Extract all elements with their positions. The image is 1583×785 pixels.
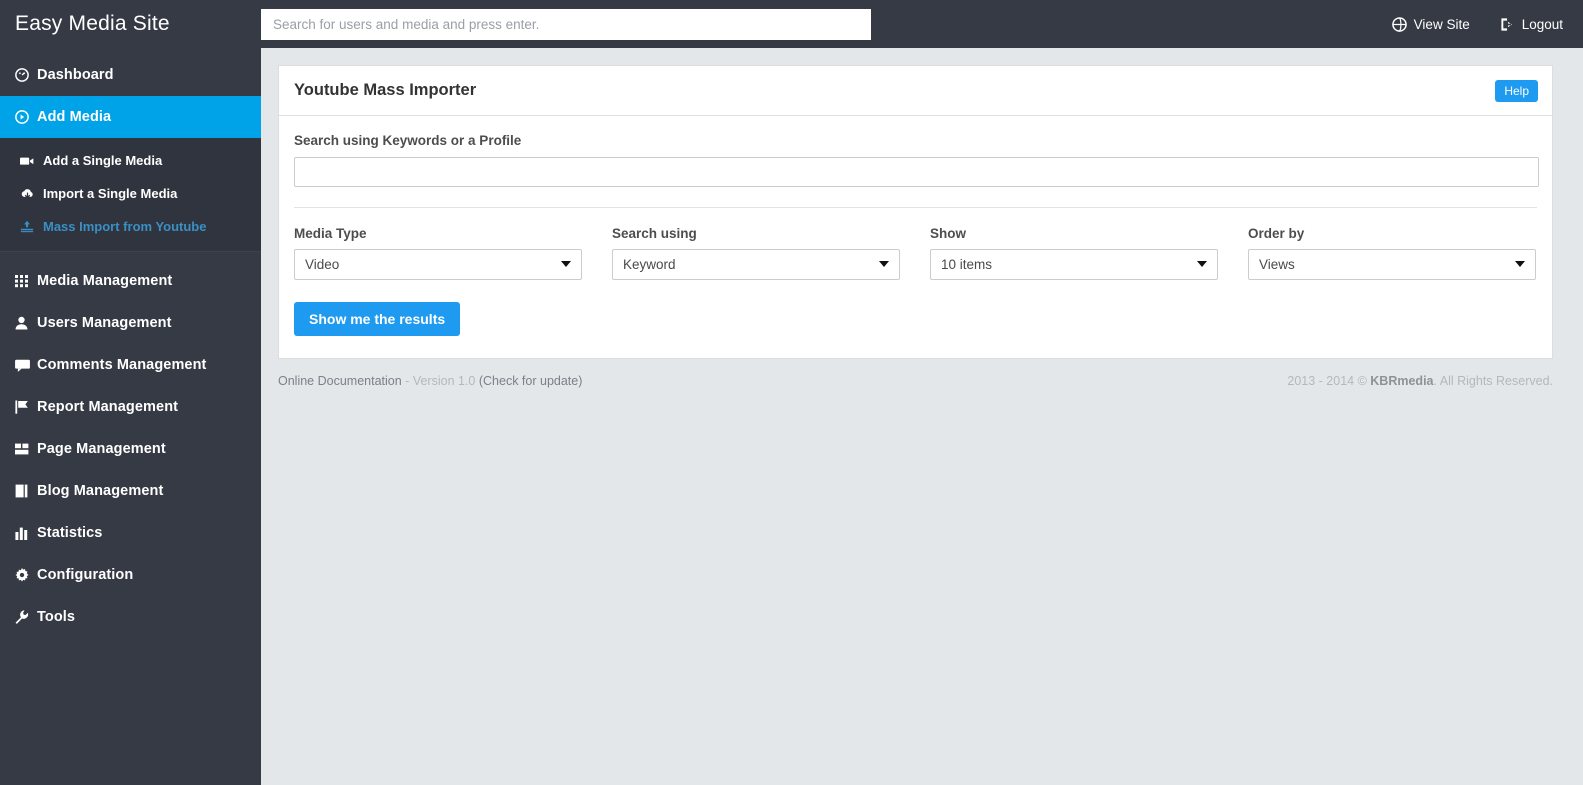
- wrench-icon: [15, 610, 37, 624]
- top-bar: Easy Media Site View Site Logout: [0, 0, 1583, 48]
- filters-row: Media Type Video Search using Keyword Sh…: [294, 226, 1537, 280]
- blocks-icon: [15, 443, 37, 455]
- upload-icon: [20, 220, 43, 233]
- book-icon: [15, 484, 37, 498]
- sidebar: Dashboard Add Media Add a Single Media I…: [0, 48, 261, 785]
- sidebar-item-configuration[interactable]: Configuration: [0, 554, 261, 596]
- section-divider: [294, 207, 1537, 208]
- sidebar-subitem-label: Add a Single Media: [43, 153, 163, 168]
- importer-panel: Youtube Mass Importer Help Search using …: [278, 65, 1553, 359]
- sidebar-item-label: Tools: [37, 609, 76, 625]
- sidebar-item-label: Comments Management: [37, 357, 207, 373]
- copyright-suffix: . All Rights Reserved.: [1433, 374, 1554, 388]
- footer-copyright: 2013 - 2014 © KBRmedia. All Rights Reser…: [1287, 374, 1553, 388]
- global-search-input[interactable]: [261, 8, 871, 40]
- keyword-search-input[interactable]: [294, 157, 1539, 187]
- view-site-link[interactable]: View Site: [1391, 16, 1470, 32]
- app-brand: Easy Media Site: [0, 0, 261, 48]
- sidebar-item-label: Users Management: [37, 315, 172, 331]
- panel-header: Youtube Mass Importer Help: [279, 66, 1552, 116]
- online-documentation-link[interactable]: Online Documentation: [278, 374, 402, 388]
- sidebar-item-label: Report Management: [37, 399, 179, 415]
- order-by-select[interactable]: Views: [1248, 249, 1536, 280]
- panel-body: Search using Keywords or a Profile Media…: [279, 116, 1552, 358]
- logout-link[interactable]: Logout: [1500, 17, 1563, 32]
- sidebar-item-add-media[interactable]: Add Media: [0, 96, 261, 138]
- dashboard-icon: [15, 68, 37, 82]
- sidebar-item-blog-management[interactable]: Blog Management: [0, 470, 261, 512]
- global-search-wrapper: [261, 8, 871, 40]
- sidebar-subitem-label: Import a Single Media: [43, 186, 178, 201]
- cloud-download-icon: [20, 188, 43, 200]
- sidebar-item-media-management[interactable]: Media Management: [0, 260, 261, 302]
- grid-icon: [15, 274, 37, 288]
- sidebar-item-label: Blog Management: [37, 483, 164, 499]
- globe-icon: [1391, 16, 1407, 32]
- comment-icon: [15, 359, 37, 372]
- sidebar-subitem-mass-import-from-youtube[interactable]: Mass Import from Youtube: [0, 210, 261, 243]
- sidebar-subitem-import-a-single-media[interactable]: Import a Single Media: [0, 177, 261, 210]
- sidebar-item-statistics[interactable]: Statistics: [0, 512, 261, 554]
- sidebar-item-page-management[interactable]: Page Management: [0, 428, 261, 470]
- sidebar-item-label: Add Media: [37, 109, 112, 125]
- order-by-select-wrapper: Views: [1248, 249, 1536, 280]
- sidebar-item-label: Dashboard: [37, 67, 114, 83]
- keyword-field-label: Search using Keywords or a Profile: [294, 133, 522, 148]
- page-title: Youtube Mass Importer: [294, 81, 477, 99]
- show-value: 10 items: [941, 257, 993, 272]
- sidebar-item-label: Statistics: [37, 525, 103, 541]
- top-bar-actions: View Site Logout: [1391, 16, 1583, 32]
- sign-out-icon: [1500, 17, 1515, 32]
- search-using-value: Keyword: [623, 257, 676, 272]
- media-type-select[interactable]: Video: [294, 249, 582, 280]
- show-select[interactable]: 10 items: [930, 249, 1218, 280]
- sidebar-item-users-management[interactable]: Users Management: [0, 302, 261, 344]
- search-using-select-wrapper: Keyword: [612, 249, 900, 280]
- view-site-label: View Site: [1413, 16, 1470, 32]
- sidebar-item-comments-management[interactable]: Comments Management: [0, 344, 261, 386]
- search-using-select[interactable]: Keyword: [612, 249, 900, 280]
- order-by-label: Order by: [1248, 226, 1305, 241]
- user-icon: [15, 316, 37, 330]
- video-camera-icon: [20, 155, 43, 167]
- show-results-button[interactable]: Show me the results: [294, 302, 461, 336]
- sidebar-item-label: Configuration: [37, 567, 134, 583]
- footer: Online Documentation - Version 1.0 (Chec…: [278, 374, 1553, 388]
- filter-order-by: Order by Views: [1248, 226, 1536, 280]
- media-type-select-wrapper: Video: [294, 249, 582, 280]
- gear-icon: [15, 568, 37, 582]
- footer-left: Online Documentation - Version 1.0 (Chec…: [278, 374, 582, 388]
- flag-icon: [15, 400, 37, 414]
- sidebar-item-label: Media Management: [37, 273, 173, 289]
- sidebar-item-tools[interactable]: Tools: [0, 596, 261, 638]
- sidebar-subitem-label: Mass Import from Youtube: [43, 219, 207, 234]
- bar-chart-icon: [15, 527, 37, 540]
- help-button[interactable]: Help: [1495, 79, 1538, 102]
- sidebar-item-label: Page Management: [37, 441, 166, 457]
- check-for-update-link[interactable]: (Check for update): [479, 374, 583, 388]
- filter-media-type: Media Type Video: [294, 226, 582, 280]
- sidebar-submenu-add-media: Add a Single Media Import a Single Media…: [0, 138, 261, 252]
- search-using-label: Search using: [612, 226, 697, 241]
- media-type-label: Media Type: [294, 226, 367, 241]
- sidebar-item-dashboard[interactable]: Dashboard: [0, 54, 261, 96]
- play-circle-icon: [15, 110, 37, 124]
- copyright-prefix: 2013 - 2014 ©: [1287, 374, 1371, 388]
- sidebar-subitem-add-a-single-media[interactable]: Add a Single Media: [0, 144, 261, 177]
- content-area: Youtube Mass Importer Help Search using …: [261, 48, 1583, 785]
- footer-version: Version 1.0: [412, 374, 476, 388]
- footer-separator: -: [405, 374, 410, 388]
- media-type-value: Video: [305, 257, 340, 272]
- sidebar-item-report-management[interactable]: Report Management: [0, 386, 261, 428]
- filter-show: Show 10 items: [930, 226, 1218, 280]
- show-select-wrapper: 10 items: [930, 249, 1218, 280]
- show-label: Show: [930, 226, 966, 241]
- copyright-brand: KBRmedia: [1370, 374, 1434, 388]
- filter-search-using: Search using Keyword: [612, 226, 900, 280]
- logout-label: Logout: [1521, 16, 1563, 32]
- order-by-value: Views: [1259, 257, 1295, 272]
